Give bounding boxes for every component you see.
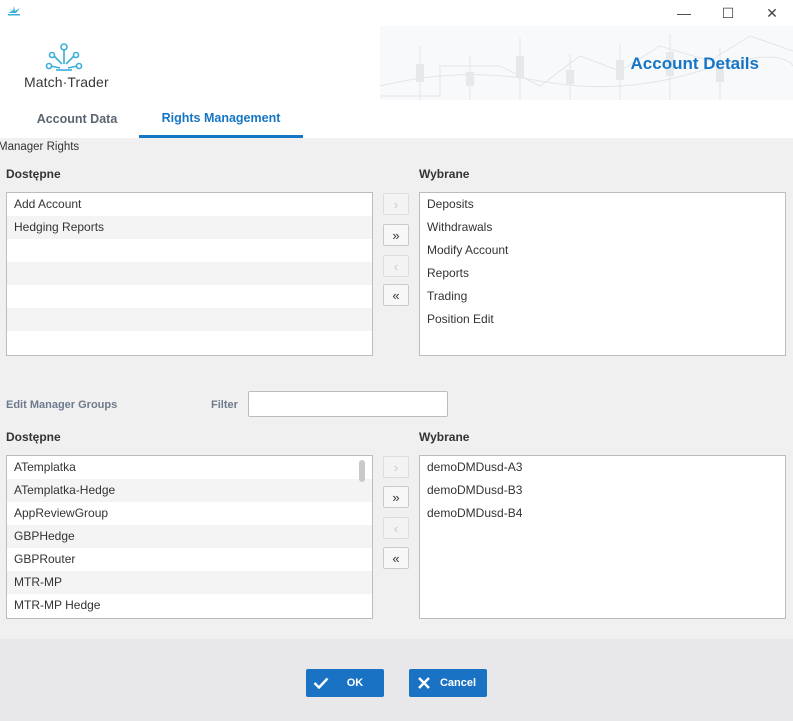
groups-remove-selected-button[interactable]: ‹ <box>383 517 409 539</box>
list-item[interactable]: demoDMDusd-B3 <box>420 479 785 502</box>
list-item-empty <box>7 331 372 354</box>
cancel-label: Cancel <box>439 677 477 689</box>
list-item[interactable]: ATemplatka <box>7 456 372 479</box>
rights-add-selected-button[interactable]: › <box>383 193 409 215</box>
groups-available-list[interactable]: ATemplatka ATemplatka-Hedge AppReviewGro… <box>6 455 373 619</box>
groups-selected-label: Wybrane <box>419 430 470 444</box>
list-item[interactable]: MTR-MP <box>7 571 372 594</box>
list-item-empty <box>7 308 372 331</box>
groups-selected-list[interactable]: demoDMDusd-A3 demoDMDusd-B3 demoDMDusd-B… <box>419 455 786 619</box>
header-banner: Match·Trader Account Details <box>0 26 793 100</box>
list-item[interactable]: Reports <box>420 262 785 285</box>
logo-wordmark: Match·Trader <box>24 74 109 90</box>
groups-add-selected-button[interactable]: › <box>383 456 409 478</box>
rights-remove-selected-button[interactable]: ‹ <box>383 255 409 277</box>
rights-available-label: Dostępne <box>6 167 61 181</box>
groups-available-label: Dostępne <box>6 430 61 444</box>
list-item[interactable]: Trading <box>420 285 785 308</box>
list-item-empty <box>7 285 372 308</box>
list-item[interactable]: GBPHedge <box>7 525 372 548</box>
list-item-empty <box>7 262 372 285</box>
dialog-footer: OK Cancel <box>0 639 793 721</box>
list-item[interactable]: demoDMDusd-A3 <box>420 456 785 479</box>
tab-rights-management[interactable]: Rights Management <box>139 100 303 138</box>
list-item[interactable]: Add Account <box>7 193 372 216</box>
rights-add-all-button[interactable]: » <box>383 224 409 246</box>
tab-account-data[interactable]: Account Data <box>18 100 136 138</box>
close-icon <box>409 676 439 690</box>
checkmark-icon <box>306 677 336 689</box>
rights-management-panel: Manager Rights Dostępne Wybrane Add Acco… <box>0 138 793 639</box>
list-item[interactable]: Modify Account <box>420 239 785 262</box>
tab-bar: Account Data Rights Management <box>0 100 793 138</box>
list-item[interactable]: Hedging Reports <box>7 216 372 239</box>
list-item[interactable]: Deposits <box>420 193 785 216</box>
filter-label: Filter <box>211 399 238 411</box>
page-title: Account Details <box>630 54 759 73</box>
rights-selected-list[interactable]: Deposits Withdrawals Modify Account Repo… <box>419 192 786 356</box>
groups-add-all-button[interactable]: » <box>383 486 409 508</box>
list-item[interactable]: ATemplatka-Hedge <box>7 479 372 502</box>
groups-remove-all-button[interactable]: « <box>383 547 409 569</box>
rights-remove-all-button[interactable]: « <box>383 284 409 306</box>
list-item-empty <box>7 239 372 262</box>
close-window-button[interactable]: ✕ <box>750 0 793 26</box>
list-item[interactable]: GBPRouter <box>7 548 372 571</box>
app-logo-icon <box>6 5 22 20</box>
list-item[interactable]: demoDMDusd-B4 <box>420 502 785 525</box>
list-item[interactable]: MTR-MP Hedge <box>7 594 372 617</box>
list-item[interactable]: Withdrawals <box>420 216 785 239</box>
rights-selected-label: Wybrane <box>419 167 470 181</box>
list-item[interactable]: AppReviewGroup <box>7 502 372 525</box>
title-bar: — ☐ ✕ <box>0 0 793 26</box>
list-item[interactable]: Position Edit <box>420 308 785 331</box>
groups-list-scrollbar[interactable] <box>359 460 365 482</box>
edit-manager-groups-label: Edit Manager Groups <box>6 399 118 411</box>
ok-label: OK <box>346 677 364 689</box>
manager-rights-caption: Manager Rights <box>0 141 80 153</box>
cancel-button[interactable]: Cancel <box>409 669 487 697</box>
ok-button[interactable]: OK <box>306 669 384 697</box>
filter-input[interactable] <box>248 391 448 417</box>
minimize-button[interactable]: — <box>662 0 706 26</box>
maximize-button[interactable]: ☐ <box>706 0 750 26</box>
rights-available-list[interactable]: Add Account Hedging Reports <box>6 192 373 356</box>
